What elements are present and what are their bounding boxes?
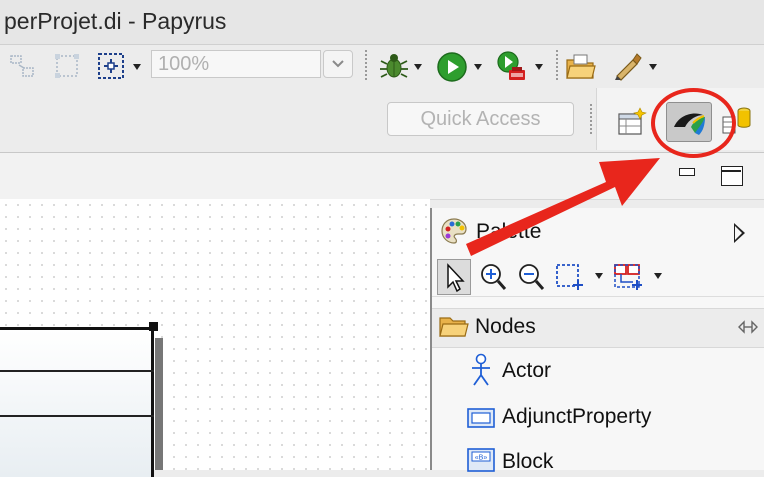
annotation-arrow-icon	[466, 158, 660, 256]
